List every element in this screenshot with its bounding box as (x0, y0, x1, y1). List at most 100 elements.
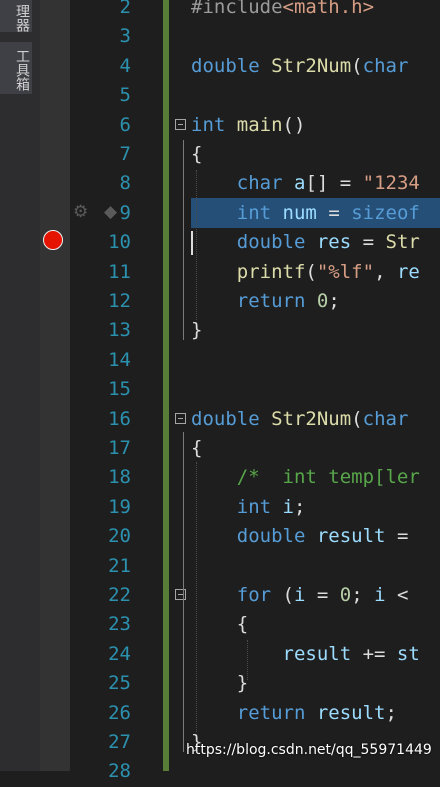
line-number: 27 (108, 731, 131, 753)
code-line[interactable]: 16 double Str2Num(char (0, 405, 440, 434)
run-to-cursor-icon[interactable]: ◆ (104, 202, 117, 222)
code-line[interactable]: 22 for (i = 0; i < (0, 581, 440, 610)
code-token: int (191, 113, 226, 136)
code-line[interactable]: 28 (0, 757, 440, 786)
collapse-icon[interactable] (175, 589, 186, 600)
code-text: /* int temp[ler (191, 463, 420, 492)
code-line[interactable]: 18 /* int temp[ler (0, 463, 440, 492)
line-number: 15 (108, 378, 131, 401)
line-number: 28 (108, 760, 131, 783)
code-line[interactable]: 14 (0, 346, 440, 375)
code-line[interactable]: 23 { (0, 610, 440, 639)
code-text: char a[] = "1234 (191, 169, 420, 198)
code-token: <math.h> (282, 0, 375, 18)
indent-guide (196, 462, 197, 732)
code-token: return (236, 290, 306, 312)
code-line[interactable]: 10 double res = Str (0, 228, 440, 257)
code-token: result (316, 701, 386, 724)
indent-guide (196, 170, 197, 320)
code-line[interactable]: 3 (0, 22, 440, 51)
code-line[interactable]: 9 int num = sizeof (0, 199, 440, 228)
code-text: { (191, 610, 248, 639)
collapse-icon[interactable] (175, 118, 186, 130)
code-token: ( (351, 407, 363, 430)
line-number: 16 (108, 407, 131, 430)
code-token: } (191, 672, 249, 695)
line-number: 24 (108, 642, 131, 665)
indent-guide (247, 640, 248, 680)
code-line[interactable]: 17 { (0, 434, 440, 463)
code-text: { (191, 434, 202, 463)
code-token: , (374, 260, 397, 283)
code-token: double (191, 407, 260, 430)
code-text: #include<math.h> (191, 0, 374, 22)
code-line[interactable]: 2 #include<math.h> (0, 0, 440, 22)
line-number: 20 (108, 525, 131, 548)
code-text: } (191, 316, 202, 345)
code-line[interactable]: 6 int main() (0, 111, 440, 140)
code-token: re (396, 260, 420, 283)
code-token: += (351, 642, 397, 665)
line-number: 14 (108, 348, 131, 371)
code-line[interactable]: 13} (0, 316, 440, 345)
code-token: a (293, 172, 306, 195)
line-number: 6 (119, 113, 131, 136)
code-line[interactable]: 26 return result; (0, 699, 440, 728)
code-line[interactable]: 7{ (0, 140, 440, 169)
line-number: 18 (108, 466, 131, 489)
code-token: = (351, 231, 386, 254)
code-token: ; (385, 701, 397, 724)
code-token: char (362, 54, 409, 77)
code-line[interactable]: 15 (0, 375, 440, 404)
str2num-scope-bracket (183, 432, 184, 752)
breakpoint-icon[interactable] (43, 230, 63, 250)
code-token: printf (236, 260, 306, 283)
code-line[interactable]: 25 } (0, 669, 440, 698)
collapse-icon[interactable] (175, 412, 186, 424)
code-line[interactable]: 8 char a[] = "1234 (0, 169, 440, 198)
code-token: char (362, 407, 409, 430)
code-text: int main() (191, 111, 305, 140)
code-text: double Str2Num(char (191, 405, 408, 434)
code-text: double result = (191, 522, 420, 551)
gear-icon[interactable]: ⚙ (73, 202, 88, 222)
code-token: i (374, 584, 386, 606)
line-number: 22 (108, 584, 131, 606)
code-token: int (236, 201, 272, 224)
code-line[interactable]: 19 int i; (0, 493, 440, 522)
main-scope-bracket (183, 140, 184, 340)
code-line[interactable]: 24 result += st (0, 640, 440, 669)
code-token: { (191, 613, 249, 636)
line-number: 23 (108, 613, 131, 636)
code-line[interactable]: 5 (0, 81, 440, 110)
code-token: double (236, 231, 306, 254)
code-token: i (293, 584, 306, 606)
code-line[interactable]: 4 double Str2Num(char (0, 52, 440, 81)
code-token: result (282, 642, 352, 665)
line-number: 5 (119, 84, 131, 107)
code-line[interactable]: 12 return 0; (0, 287, 440, 316)
code-token: ( (305, 260, 317, 283)
code-token: i (282, 495, 294, 518)
code-token: ( (351, 54, 363, 77)
code-line[interactable]: 21 (0, 552, 440, 581)
code-token: { (191, 143, 203, 165)
code-token: double (236, 525, 306, 548)
code-token: Str2Num (271, 54, 352, 77)
line-number: 3 (119, 25, 131, 48)
line-number: 17 (108, 437, 131, 459)
code-line[interactable]: 20 double result = (0, 522, 440, 551)
code-token: = (385, 525, 420, 548)
code-line[interactable]: 11 printf("%lf", re (0, 258, 440, 287)
code-token: "%lf" (316, 260, 375, 283)
